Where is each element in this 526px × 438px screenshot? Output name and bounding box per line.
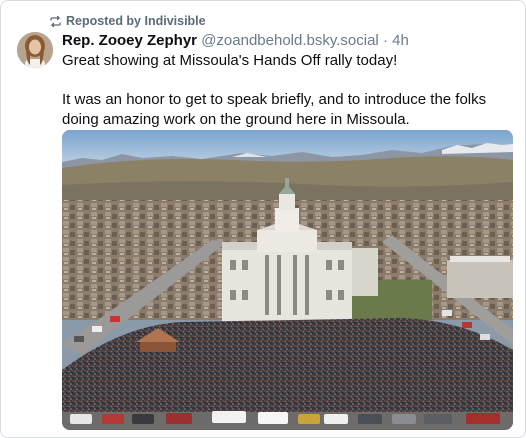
post-paragraph: It was an honor to get to speak briefly,…	[62, 91, 487, 128]
post-paragraph: Great showing at Missoula's Hands Off ra…	[62, 52, 398, 69]
avatar[interactable]	[17, 32, 53, 68]
post-header: Rep. Zooey Zephyr @zoandbehold.bsky.soci…	[62, 32, 409, 50]
repost-icon	[49, 15, 62, 28]
aerial-rally-photo	[62, 130, 513, 430]
post-body: Great showing at Missoula's Hands Off ra…	[62, 51, 512, 129]
author-handle[interactable]: @zoandbehold.bsky.social	[201, 32, 379, 49]
repost-indicator[interactable]: Reposted by Indivisible	[49, 13, 206, 29]
post-card[interactable]: Reposted by Indivisible Rep. Zooey Zephy…	[0, 0, 526, 438]
author-name[interactable]: Rep. Zooey Zephyr	[62, 32, 197, 49]
post-age[interactable]: 4h	[392, 32, 409, 49]
repost-label: Reposted by Indivisible	[66, 14, 206, 28]
separator: ·	[382, 32, 393, 49]
post-image[interactable]	[62, 130, 513, 430]
